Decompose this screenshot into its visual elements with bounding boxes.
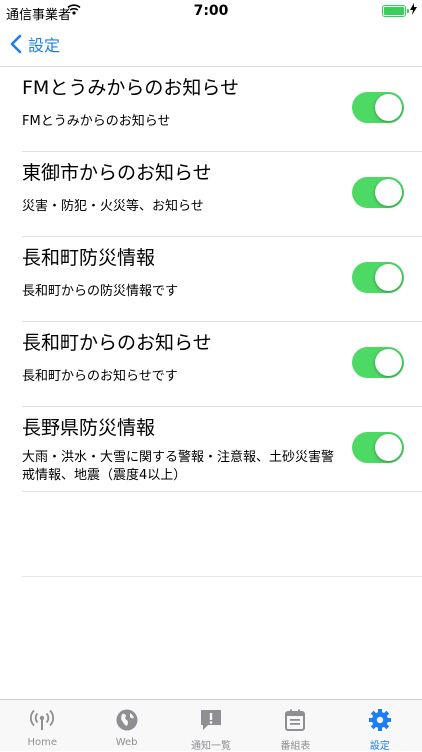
empty-row [22,492,422,577]
back-button[interactable]: 設定 [10,30,60,58]
toggle-knob [375,94,402,121]
list-item: 長和町からのお知らせ 長和町からのお知らせです [22,322,422,407]
item-title: 長和町からのお知らせ [22,332,212,354]
tab-web[interactable]: Web [84,700,168,751]
tab-home[interactable]: Home [0,700,84,751]
item-title: 長野県防災情報 [22,417,156,439]
clock: 7:00 [193,3,229,19]
charging-bolt-icon [410,3,417,19]
radio-antenna-icon [29,708,55,735]
item-subtitle: 長和町からの防災情報です [22,284,179,299]
toggle-knob [375,264,402,291]
toggle-knob [375,349,402,376]
item-title: 長和町防災情報 [22,247,156,269]
chevron-left-icon [10,34,22,54]
toggle-switch[interactable] [352,92,404,123]
toggle-switch[interactable] [352,177,404,208]
globe-icon [115,708,139,735]
toggle-knob [375,179,402,206]
tab-settings[interactable]: 設定 [338,700,422,752]
toggle-switch[interactable] [352,262,404,293]
list-item: FMとうみからのお知らせ FMとうみからのお知らせ [22,67,422,152]
gear-icon [368,708,392,735]
tab-notification-list[interactable]: 通知一覧 [169,700,253,752]
item-subtitle: FMとうみからのお知らせ [22,114,171,129]
back-button-label: 設定 [28,36,61,55]
status-bar: 通信事業者 7:00 [0,0,422,23]
notification-settings-list: FMとうみからのお知らせ FMとうみからのお知らせ 東御市からのお知らせ 災害・… [22,67,422,577]
battery-icon [382,5,409,17]
calendar-icon [283,708,307,735]
notification-alert-icon [199,708,223,735]
item-title: FMとうみからのお知らせ [22,77,239,99]
list-item: 長野県防災情報 大雨・洪水・大雪に関する警報・注意報、土砂災害警戒情報、地震（震… [22,407,422,492]
tab-label: Home [27,737,57,748]
item-subtitle: 災害・防犯・火災等、お知らせ [22,199,204,214]
toggle-knob [375,434,402,461]
tab-program-guide[interactable]: 番組表 [253,700,337,752]
list-item: 長和町防災情報 長和町からの防災情報です [22,237,422,322]
toggle-switch[interactable] [352,432,404,463]
item-subtitle: 長和町からのお知らせです [22,369,178,384]
tab-bar: Home Web 通知一覧 番組表 設定 [0,699,422,752]
item-title: 東御市からのお知らせ [22,162,212,184]
item-subtitle: 大雨・洪水・大雪に関する警報・注意報、土砂災害警戒情報、地震（震度4以上） [22,450,335,483]
toggle-switch[interactable] [352,347,404,378]
navigation-bar: 設定 [0,22,422,67]
tab-label: Web [115,737,138,748]
list-item: 東御市からのお知らせ 災害・防犯・火災等、お知らせ [22,152,422,237]
